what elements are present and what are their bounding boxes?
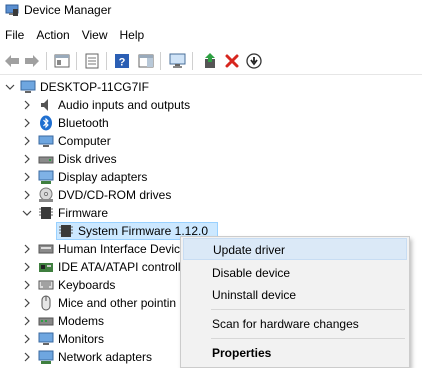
menu-separator [211, 338, 405, 339]
tree-item-label: Audio inputs and outputs [58, 98, 191, 112]
tree-item-label: Disk drives [58, 152, 117, 166]
modem-icon [38, 317, 54, 326]
display-adapter-icon [38, 170, 54, 184]
tree-item-bluetooth[interactable]: Bluetooth [0, 114, 200, 132]
svg-text:?: ? [119, 57, 126, 69]
network-icon [38, 350, 54, 364]
mouse-icon [41, 295, 51, 311]
chip-icon [59, 225, 73, 237]
menu-view[interactable]: View [76, 26, 114, 44]
tree-root[interactable]: DESKTOP-11CG7IF [0, 78, 200, 96]
chevron-right-icon[interactable] [22, 298, 32, 308]
tree-item-modems[interactable]: Modems [0, 312, 180, 330]
tree-item-network[interactable]: Network adapters [0, 348, 180, 366]
window-title: Device Manager [24, 3, 112, 17]
toolbar-separator [76, 52, 77, 70]
menu-item-update-driver[interactable]: Update driver [183, 238, 407, 260]
menu-separator [211, 309, 405, 310]
chevron-right-icon[interactable] [22, 262, 32, 272]
tree-item-mice[interactable]: Mice and other pointin [0, 294, 180, 312]
toolbar-separator [160, 52, 161, 70]
toolbar-separator [106, 52, 107, 70]
computer-icon [20, 80, 36, 93]
back-icon[interactable] [2, 51, 22, 71]
tree-item-monitors[interactable]: Monitors [0, 330, 180, 348]
dvd-drive-icon [39, 187, 53, 202]
ide-controller-icon [39, 263, 53, 272]
list-view-icon[interactable] [82, 51, 102, 71]
tree-item-label: IDE ATA/ATAPI controll [58, 260, 180, 274]
menu-help[interactable]: Help [114, 26, 151, 44]
tree-item-label: Monitors [58, 332, 105, 346]
firmware-icon [39, 207, 53, 219]
chevron-right-icon[interactable] [22, 352, 32, 362]
title-bar: Device Manager [0, 0, 422, 22]
menu-item-scan-hardware[interactable]: Scan for hardware changes [183, 313, 407, 335]
tree-item-label: Mice and other pointin [58, 296, 177, 310]
toolbar-separator [46, 52, 47, 70]
chevron-right-icon[interactable] [22, 100, 32, 110]
properties-pane-icon[interactable] [52, 51, 72, 71]
disk-drive-icon [38, 156, 54, 164]
tree-item-label: Bluetooth [58, 116, 109, 130]
tree-item-label: DVD/CD-ROM drives [58, 188, 172, 202]
device-manager-icon [5, 4, 19, 16]
tree-item-display-adapters[interactable]: Display adapters [0, 168, 200, 186]
tree-item-label: Human Interface Devic [58, 242, 180, 256]
chevron-right-icon[interactable] [22, 190, 32, 200]
update-driver-icon[interactable] [200, 51, 220, 71]
menu-item-disable-device[interactable]: Disable device [183, 262, 407, 284]
chevron-right-icon[interactable] [22, 172, 32, 182]
tree-root-label: DESKTOP-11CG7IF [40, 80, 149, 94]
toolbar-divider [0, 74, 422, 75]
tree-item-computer[interactable]: Computer [0, 132, 200, 150]
menu-item-uninstall-device[interactable]: Uninstall device [183, 284, 407, 306]
menu-action[interactable]: Action [30, 26, 75, 44]
menu-bar: File Action View Help [0, 26, 150, 44]
toolbar: ? [0, 48, 422, 74]
tree-item-label: Modems [58, 314, 105, 328]
tree-item-disk-drives[interactable]: Disk drives [0, 150, 200, 168]
chevron-right-icon[interactable] [22, 280, 32, 290]
chevron-down-icon[interactable] [5, 82, 15, 92]
tree-item-audio[interactable]: Audio inputs and outputs [0, 96, 200, 114]
menu-item-properties[interactable]: Properties [183, 342, 407, 364]
tree-item-firmware[interactable]: Firmware [0, 204, 200, 222]
tree-item-ide[interactable]: IDE ATA/ATAPI controll [0, 258, 180, 276]
tree-item-keyboards[interactable]: Keyboards [0, 276, 180, 294]
help-icon[interactable]: ? [112, 51, 132, 71]
chevron-right-icon[interactable] [22, 118, 32, 128]
toolbar-separator [192, 52, 193, 70]
chevron-right-icon[interactable] [22, 334, 32, 344]
tree-item-dvd-drives[interactable]: DVD/CD-ROM drives [0, 186, 200, 204]
keyboard-icon [38, 280, 54, 290]
computer-icon [38, 135, 54, 147]
speaker-icon [41, 99, 48, 111]
uninstall-icon[interactable] [222, 51, 242, 71]
bluetooth-icon [40, 115, 52, 131]
chevron-right-icon[interactable] [22, 244, 32, 254]
forward-icon[interactable] [22, 51, 42, 71]
tree-item-hid[interactable]: Human Interface Devic [0, 240, 180, 258]
tree-item-label: Computer [58, 134, 111, 148]
tree-item-label: Keyboards [58, 278, 116, 292]
chevron-right-icon[interactable] [22, 154, 32, 164]
tree-item-label: Display adapters [58, 170, 148, 184]
context-menu: Update driver Disable device Uninstall d… [180, 236, 410, 368]
monitor-icon [38, 332, 54, 345]
chevron-down-icon[interactable] [22, 208, 32, 218]
tree-item-label: Network adapters [58, 350, 153, 364]
action-pane-icon[interactable] [136, 51, 156, 71]
hid-icon [38, 244, 54, 254]
chevron-right-icon[interactable] [22, 136, 32, 146]
tree-item-label: Firmware [58, 206, 108, 220]
monitor-scan-icon[interactable] [168, 51, 188, 71]
chevron-right-icon[interactable] [22, 316, 32, 326]
menu-file[interactable]: File [0, 26, 30, 44]
disable-icon[interactable] [244, 51, 264, 71]
